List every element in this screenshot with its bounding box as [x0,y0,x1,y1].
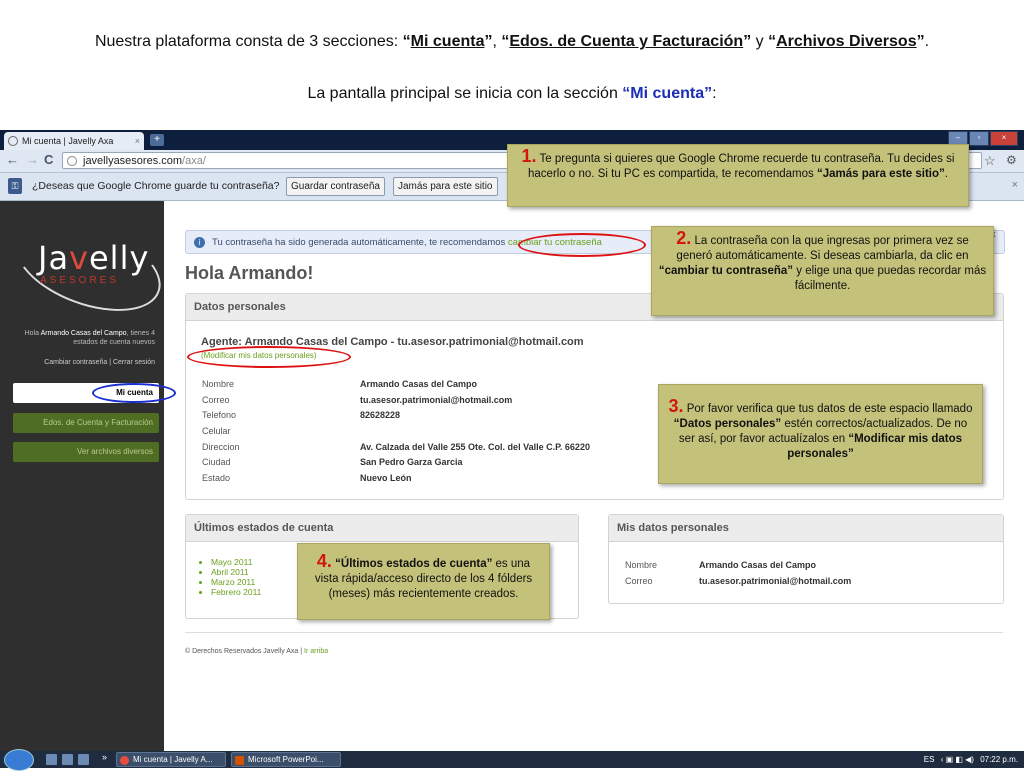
mis-datos-panel: Mis datos personales Nombre Armando Casa… [608,514,1004,604]
browser-tab[interactable]: Mi cuenta | Javelly Axa × [4,132,144,150]
callout-1: 1. Te pregunta si quieres que Google Chr… [507,144,969,207]
field-label: Correo [202,395,230,405]
section-edos-label: Edos. de Cuenta y Facturación [509,33,744,50]
language-indicator[interactable]: ES [924,755,935,764]
site-sidebar: Javelly ASESORES Hola Armando Casas del … [0,201,173,751]
logo-word: Javelly [38,239,150,277]
taskbar-chrome-window[interactable]: Mi cuenta | Javelly A... [116,752,226,767]
back-arrow-icon[interactable]: ← [6,152,19,167]
key-icon: ⚿ [8,178,22,194]
field-label: Estado [202,473,231,483]
save-password-button[interactable]: Guardar contraseña [286,177,385,196]
info-icon: i [194,237,205,248]
month-link[interactable]: Mayo 2011 [211,557,261,567]
section-mi-cuenta-label: Mi cuenta [410,33,485,50]
field-label: Nombre [625,560,658,570]
maximize-icon[interactable]: ▫ [969,131,989,146]
tray-icons: ‹ ▣ ◧ ◀) [940,755,974,764]
callout-2: 2. La contraseña con la que ingresas por… [651,226,994,316]
quicklaunch-icon[interactable] [62,754,73,765]
field-value: San Pedro Garza Garcia [360,457,463,467]
field-label: Ciudad [202,457,231,467]
field-value: Nuevo León [360,473,412,483]
field-value: 82628228 [360,410,401,420]
field-value: Armando Casas del Campo [699,560,817,570]
nav-archivos-diversos[interactable]: Ver archivos diversos [13,442,159,462]
quicklaunch-icon[interactable] [78,754,89,765]
field-label: Celular [202,426,231,436]
section-archivos-label: Archivos Diversos [776,33,917,50]
tab-title: Mi cuenta | Javelly Axa [22,136,114,146]
clock[interactable]: 07:22 p.m. [980,755,1018,764]
quicklaunch-icon[interactable] [46,754,57,765]
heading-and: y [751,33,769,50]
heading-prefix: Nuestra plataforma consta de 3 secciones… [94,33,403,50]
panel-title: Mis datos personales [609,515,1003,542]
reload-icon[interactable]: C [44,152,53,167]
field-value: tu.asesor.patrimonial@hotmail.com [360,395,513,405]
infobar-message: ¿Deseas que Google Chrome guarde tu cont… [32,180,280,192]
user-greeting: Hola Armando Casas del Campo, tienes 4 e… [24,330,155,346]
callout-3: 3. Por favor verifica que tus datos de e… [658,384,983,484]
field-label: Direccion [202,442,240,452]
heading2-highlight: “Mi cuenta” [622,85,713,102]
slide-heading-line2: La pantalla principal se inicia con la s… [0,85,1024,103]
panel-title: Últimos estados de cuenta [186,515,578,542]
page-greeting: Hola Armando! [185,263,314,283]
taskbar-powerpoint-window[interactable]: Microsoft PowerPoi... [231,752,341,767]
highlight-ellipse-modify-data [187,346,351,368]
url-domain: javellyasesores.com [83,155,183,167]
bookmark-star-icon[interactable]: ☆ [984,153,996,169]
field-label: Telefono [202,410,237,420]
field-value: Armando Casas del Campo [360,379,478,389]
more-icon[interactable]: » [102,752,107,762]
field-label: Correo [625,576,653,586]
back-to-top-link[interactable]: Ir arriba [304,648,328,655]
months-list: Mayo 2011 Abril 2011 Marzo 2011 Febrero … [200,557,261,597]
footer-divider [185,632,1003,633]
javelly-logo: Javelly ASESORES [3,203,173,329]
forward-arrow-icon[interactable]: → [26,152,39,167]
month-link[interactable]: Abril 2011 [211,567,261,577]
month-link[interactable]: Marzo 2011 [211,577,261,587]
site-footer: © Derechos Reservados Javelly Axa | Ir a… [185,648,329,655]
highlight-ellipse-mi-cuenta [92,383,176,403]
account-links: Cambiar contraseña | Cerrar sesión [44,359,155,366]
windows-taskbar: » Mi cuenta | Javelly A... Microsoft Pow… [0,749,1024,771]
change-password-link[interactable]: Cambiar contraseña [44,359,107,366]
chrome-icon [120,756,129,765]
highlight-ellipse-change-password [518,233,646,257]
field-value: Av. Calzada del Valle 255 Ote. Col. del … [360,442,590,452]
page-favicon-icon [8,136,18,146]
window-close-icon[interactable]: × [990,131,1018,146]
slide-heading-line1: Nuestra plataforma consta de 3 secciones… [94,33,930,50]
logo-subtitle: ASESORES [40,275,120,286]
infobar-close-icon[interactable]: × [1012,179,1018,191]
page-icon [67,156,77,166]
new-tab-button[interactable]: + [150,134,164,146]
never-for-site-button[interactable]: Jamás para este sitio [393,177,498,196]
callout-4: 4. “Últimos estados de cuenta” es una vi… [297,543,550,620]
url-path: /axa/ [182,155,206,167]
wrench-menu-icon[interactable]: ⚙ [1006,153,1017,167]
tab-close-icon[interactable]: × [135,132,140,150]
user-name: Armando Casas del Campo [40,330,127,337]
heading2-suffix: : [712,85,717,102]
window-controls: – ▫ × [948,131,1018,146]
field-label: Nombre [202,379,235,389]
month-link[interactable]: Febrero 2011 [211,587,261,597]
powerpoint-icon [235,756,244,765]
system-tray: ES ‹ ▣ ◧ ◀) 07:22 p.m. [924,753,1018,766]
logout-link[interactable]: Cerrar sesión [113,359,155,366]
heading2-prefix: La pantalla principal se inicia con la s… [307,85,623,102]
nav-edos-cuenta[interactable]: Edos. de Cuenta y Facturación [13,413,159,433]
field-value: tu.asesor.patrimonial@hotmail.com [699,576,852,586]
